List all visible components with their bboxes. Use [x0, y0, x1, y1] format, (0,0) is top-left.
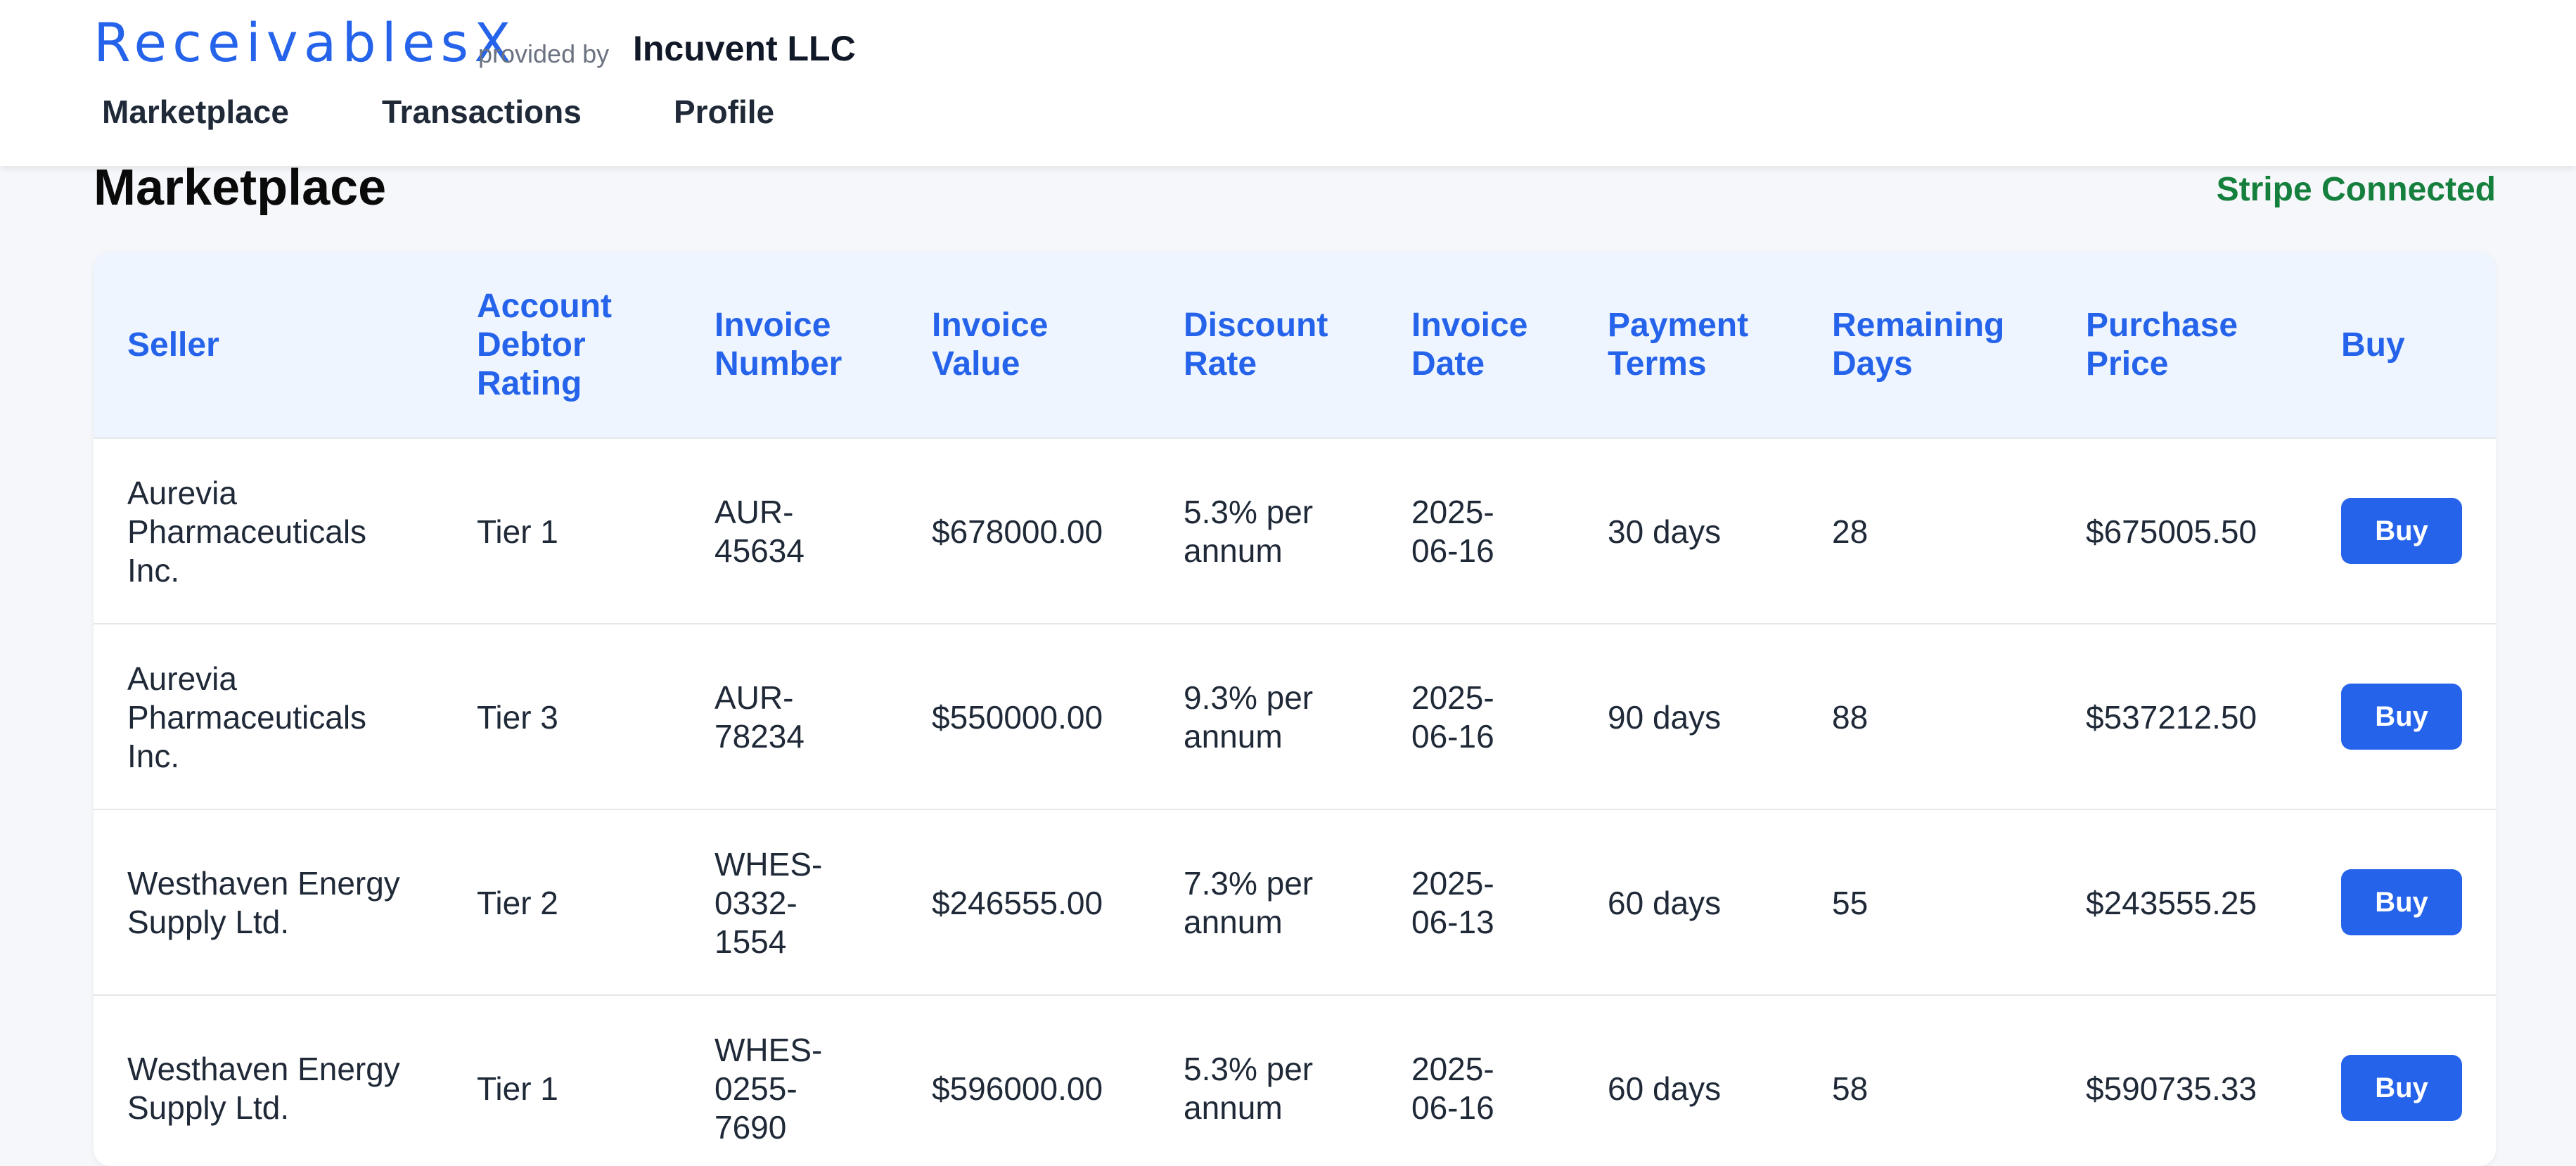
cell-seller: Westhaven Energy Supply Ltd. [127, 1051, 400, 1126]
col-header-invoice-number: Invoice Number [715, 307, 842, 383]
table-header: Seller Account Debtor Rating Invoice Num… [94, 252, 2496, 437]
brand-logo[interactable]: ReceivablesX [94, 11, 516, 74]
cell-invoice-value: $678000.00 [932, 513, 1103, 550]
nav-profile[interactable]: Profile [674, 93, 774, 131]
cell-purchase-price: $675005.50 [2086, 513, 2257, 550]
cell-remaining-days: 55 [1832, 884, 1869, 921]
marketplace-table: Seller Account Debtor Rating Invoice Num… [94, 252, 2496, 1166]
cell-debtor-rating: Tier 3 [477, 698, 558, 736]
nav-transactions[interactable]: Transactions [382, 93, 582, 131]
cell-seller: Aurevia Pharmaceuticals Inc. [127, 474, 367, 589]
col-header-buy: Buy [2341, 326, 2405, 364]
buy-button[interactable]: Buy [2341, 498, 2462, 564]
col-header-invoice-value: Invoice Value [932, 307, 1049, 383]
company-name: Incuvent LLC [633, 29, 856, 68]
page-title: Marketplace [94, 160, 387, 216]
buy-button[interactable]: Buy [2341, 1055, 2462, 1121]
buy-button[interactable]: Buy [2341, 684, 2462, 750]
cell-invoice-value: $550000.00 [932, 698, 1103, 736]
provided-by-label: provided by [478, 39, 610, 68]
cell-payment-terms: 60 days [1608, 884, 1722, 921]
cell-discount-rate: 5.3% per annum [1184, 1051, 1314, 1126]
cell-remaining-days: 28 [1832, 513, 1869, 550]
cell-remaining-days: 58 [1832, 1070, 1869, 1107]
top-bar: ReceivablesX provided by Incuvent LLC Ma… [0, 0, 2576, 166]
cell-payment-terms: 90 days [1608, 698, 1722, 736]
cell-invoice-date: 2025-06-13 [1411, 865, 1494, 940]
cell-purchase-price: $243555.25 [2086, 884, 2257, 921]
cell-purchase-price: $537212.50 [2086, 698, 2257, 736]
col-header-purchase-price: Purchase Price [2086, 307, 2238, 383]
table-row: Aurevia Pharmaceuticals Inc. Tier 1 AUR-… [94, 437, 2496, 623]
cell-debtor-rating: Tier 1 [477, 1070, 558, 1107]
cell-discount-rate: 7.3% per annum [1184, 865, 1314, 940]
cell-invoice-value: $596000.00 [932, 1070, 1103, 1107]
cell-invoice-value: $246555.00 [932, 884, 1103, 921]
col-header-payment-terms: Payment Terms [1608, 307, 1749, 383]
cell-invoice-number: WHES-0255-7690 [715, 1031, 823, 1146]
cell-payment-terms: 60 days [1608, 1070, 1722, 1107]
cell-invoice-date: 2025-06-16 [1411, 679, 1494, 755]
cell-invoice-date: 2025-06-16 [1411, 494, 1494, 569]
cell-invoice-number: AUR-45634 [715, 494, 805, 569]
cell-purchase-price: $590735.33 [2086, 1070, 2257, 1107]
cell-seller: Westhaven Energy Supply Ltd. [127, 865, 400, 940]
cell-seller: Aurevia Pharmaceuticals Inc. [127, 660, 367, 774]
cell-discount-rate: 9.3% per annum [1184, 679, 1314, 755]
cell-remaining-days: 88 [1832, 698, 1869, 736]
cell-payment-terms: 30 days [1608, 513, 1722, 550]
cell-discount-rate: 5.3% per annum [1184, 494, 1314, 569]
nav-marketplace[interactable]: Marketplace [102, 93, 289, 131]
col-header-invoice-date: Invoice Date [1411, 307, 1528, 383]
cell-invoice-date: 2025-06-16 [1411, 1051, 1494, 1126]
buy-button[interactable]: Buy [2341, 869, 2462, 935]
cell-debtor-rating: Tier 2 [477, 884, 558, 921]
col-header-remaining-days: Remaining Days [1832, 307, 2005, 383]
cell-debtor-rating: Tier 1 [477, 513, 558, 550]
col-header-seller: Seller [127, 326, 219, 364]
col-header-discount-rate: Discount Rate [1184, 307, 1328, 383]
cell-invoice-number: WHES-0332-1554 [715, 845, 823, 960]
table-row: Aurevia Pharmaceuticals Inc. Tier 3 AUR-… [94, 623, 2496, 809]
table-row: Westhaven Energy Supply Ltd. Tier 1 WHES… [94, 994, 2496, 1166]
table-row: Westhaven Energy Supply Ltd. Tier 2 WHES… [94, 809, 2496, 994]
cell-invoice-number: AUR-78234 [715, 679, 805, 755]
col-header-debtor-rating: Account Debtor Rating [477, 287, 612, 402]
stripe-status: Stripe Connected [2216, 171, 2496, 208]
